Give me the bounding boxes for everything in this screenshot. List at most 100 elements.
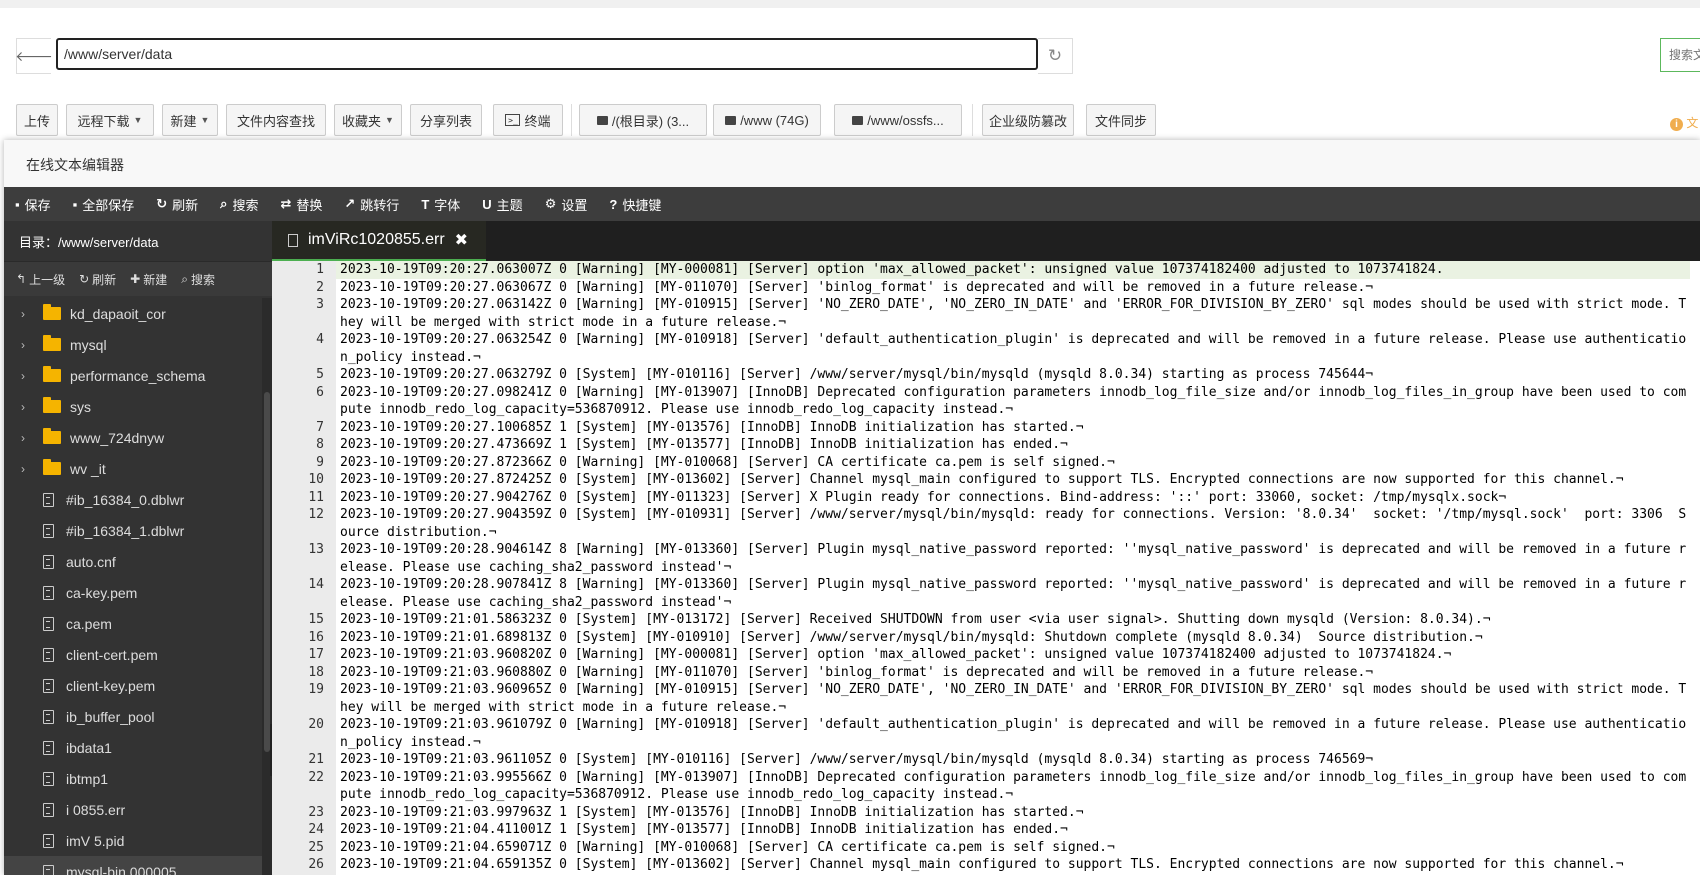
tree-file[interactable]: ib_buffer_pool <box>4 701 262 732</box>
new-button[interactable]: 新建 ▼ <box>162 104 218 136</box>
code-line[interactable]: 21 2023-10-19T09:21:03.961105Z 0 [System]… <box>272 751 1700 769</box>
code-line[interactable]: 9 2023-10-19T09:20:27.872366Z 0 [Warning]… <box>272 454 1700 472</box>
code-line[interactable]: 4 2023-10-19T09:20:27.063254Z 0 [Warning]… <box>272 331 1700 366</box>
file-search-input[interactable] <box>1660 38 1700 72</box>
editor-tool-help[interactable]: ? 快捷键 <box>598 187 672 221</box>
sidebar-search-button[interactable]: ⌕ 搜索 <box>181 271 215 288</box>
tree-file[interactable]: client-key.pem <box>4 670 262 701</box>
line-text[interactable]: 2023-10-19T09:21:04.411001Z 1 [System] [… <box>336 821 1690 839</box>
code-line[interactable]: 24 2023-10-19T09:21:04.411001Z 1 [System]… <box>272 821 1700 839</box>
share-list-button[interactable]: 分享列表 <box>410 104 482 136</box>
code-line[interactable]: 13 2023-10-19T09:20:28.904614Z 8 [Warning… <box>272 541 1700 576</box>
editor-tool-save[interactable]: ▪ 保存 <box>4 187 62 221</box>
code-line[interactable]: 20 2023-10-19T09:21:03.961079Z 0 [Warning… <box>272 716 1700 751</box>
line-text[interactable]: 2023-10-19T09:21:04.659071Z 0 [Warning] … <box>336 839 1690 857</box>
tree-file[interactable]: ca-key.pem <box>4 577 262 608</box>
code-line[interactable]: 8 2023-10-19T09:20:27.473669Z 1 [System] … <box>272 436 1700 454</box>
editor-tool-search[interactable]: ⌕ 搜索 <box>209 187 269 221</box>
code-line[interactable]: 17 2023-10-19T09:21:03.960820Z 0 [Warning… <box>272 646 1700 664</box>
tree-file[interactable]: ibdata1 <box>4 732 262 763</box>
code-lines[interactable]: 1 2023-10-19T09:20:27.063007Z 0 [Warning]… <box>272 261 1700 874</box>
tree-file[interactable]: ca.pem <box>4 608 262 639</box>
enterprise-protect-button[interactable]: 企业级防篡改 <box>982 104 1074 136</box>
line-text[interactable]: 2023-10-19T09:20:27.872425Z 0 [System] [… <box>336 471 1690 489</box>
content-search-button[interactable]: 文件内容查找 <box>226 104 326 136</box>
line-text[interactable]: 2023-10-19T09:21:01.586323Z 0 [System] [… <box>336 611 1690 629</box>
code-line[interactable]: 15 2023-10-19T09:21:01.586323Z 0 [System]… <box>272 611 1700 629</box>
editor-tool-settings[interactable]: ⚙ 设置 <box>534 187 599 221</box>
code-line[interactable]: 19 2023-10-19T09:21:03.960965Z 0 [Warning… <box>272 681 1700 716</box>
go-up-button[interactable]: ↰ 上一级 <box>16 271 65 288</box>
code-line[interactable]: 22 2023-10-19T09:21:03.995566Z 0 [Warning… <box>272 769 1700 804</box>
line-text[interactable]: 2023-10-19T09:20:27.904276Z 0 [System] [… <box>336 489 1690 507</box>
editor-tool-refresh[interactable]: ↻ 刷新 <box>145 187 209 221</box>
disk-www-button[interactable]: /www (74G) <box>713 104 821 136</box>
chevron-right-icon[interactable]: › <box>21 369 33 383</box>
code-line[interactable]: 7 2023-10-19T09:20:27.100685Z 1 [System] … <box>272 419 1700 437</box>
favorites-button[interactable]: 收藏夹 ▼ <box>334 104 402 136</box>
tree-folder[interactable]: › www_724dnyw <box>4 422 262 453</box>
editor-tool-replace[interactable]: ⇄ 替换 <box>269 187 333 221</box>
line-text[interactable]: 2023-10-19T09:20:27.100685Z 1 [System] [… <box>336 419 1690 437</box>
code-area[interactable]: 1 2023-10-19T09:20:27.063007Z 0 [Warning]… <box>272 261 1700 875</box>
tree-file[interactable]: #ib_16384_1.dblwr <box>4 515 262 546</box>
sidebar-refresh-button[interactable]: ↻ 刷新 <box>79 271 116 288</box>
line-text[interactable]: 2023-10-19T09:21:03.997963Z 1 [System] [… <box>336 804 1690 822</box>
line-text[interactable]: 2023-10-19T09:21:03.995566Z 0 [Warning] … <box>336 769 1690 804</box>
code-line[interactable]: 5 2023-10-19T09:20:27.063279Z 0 [System] … <box>272 366 1700 384</box>
code-line[interactable]: 2 2023-10-19T09:20:27.063067Z 0 [Warning]… <box>272 279 1700 297</box>
line-text[interactable]: 2023-10-19T09:20:27.063279Z 0 [System] [… <box>336 366 1690 384</box>
sidebar-new-button[interactable]: ✚ 新建 <box>130 271 167 288</box>
scrollbar-thumb[interactable] <box>264 392 270 752</box>
back-button[interactable]: 🡐 <box>15 38 53 74</box>
tree-file[interactable]: i 0855.err <box>4 794 262 825</box>
code-line[interactable]: 12 2023-10-19T09:20:27.904359Z 0 [System]… <box>272 506 1700 541</box>
tree-file[interactable]: auto.cnf <box>4 546 262 577</box>
tree-folder[interactable]: › mysql <box>4 329 262 360</box>
editor-tool-theme[interactable]: U 主题 <box>471 187 533 221</box>
line-text[interactable]: 2023-10-19T09:21:03.960880Z 0 [Warning] … <box>336 664 1690 682</box>
file-sync-button[interactable]: 文件同步 <box>1086 104 1156 136</box>
refresh-path-button[interactable]: ↻ <box>1038 38 1073 74</box>
line-text[interactable]: 2023-10-19T09:20:27.872366Z 0 [Warning] … <box>336 454 1690 472</box>
code-line[interactable]: 14 2023-10-19T09:20:28.907841Z 8 [Warning… <box>272 576 1700 611</box>
tree-folder[interactable]: › sys <box>4 391 262 422</box>
tree-file[interactable]: imV 5.pid <box>4 825 262 856</box>
tree-file[interactable]: client-cert.pem <box>4 639 262 670</box>
line-text[interactable]: 2023-10-19T09:20:27.904359Z 0 [System] [… <box>336 506 1690 541</box>
code-line[interactable]: 6 2023-10-19T09:20:27.098241Z 0 [Warning]… <box>272 384 1700 419</box>
editor-tool-save-all[interactable]: ▪ 全部保存 <box>62 187 146 221</box>
sidebar-scrollbar[interactable] <box>262 298 272 875</box>
chevron-right-icon[interactable]: › <box>21 431 33 445</box>
line-text[interactable]: 2023-10-19T09:20:27.063067Z 0 [Warning] … <box>336 279 1690 297</box>
code-line[interactable]: 18 2023-10-19T09:21:03.960880Z 0 [Warning… <box>272 664 1700 682</box>
close-tab-icon[interactable]: ✖ <box>455 230 468 250</box>
line-text[interactable]: 2023-10-19T09:21:03.960965Z 0 [Warning] … <box>336 681 1690 716</box>
line-text[interactable]: 2023-10-19T09:20:27.473669Z 1 [System] [… <box>336 436 1690 454</box>
code-line[interactable]: 25 2023-10-19T09:21:04.659071Z 0 [Warning… <box>272 839 1700 857</box>
editor-tool-goto-line[interactable]: ↗ 跳转行 <box>333 187 410 221</box>
info-notice[interactable]: i 文 <box>1670 114 1698 131</box>
line-text[interactable]: 2023-10-19T09:20:27.063007Z 0 [Warning] … <box>336 261 1690 279</box>
upload-button[interactable]: 上传 <box>16 104 58 136</box>
editor-tool-font[interactable]: T 字体 <box>410 187 471 221</box>
line-text[interactable]: 2023-10-19T09:21:01.689813Z 0 [System] [… <box>336 629 1690 647</box>
code-line[interactable]: 1 2023-10-19T09:20:27.063007Z 0 [Warning]… <box>272 261 1700 279</box>
path-input[interactable] <box>56 38 1038 70</box>
disk-root-button[interactable]: /(根目录) (3... <box>579 104 707 136</box>
line-text[interactable]: 2023-10-19T09:20:28.904614Z 8 [Warning] … <box>336 541 1690 576</box>
tree-folder[interactable]: › wv _it <box>4 453 262 484</box>
line-text[interactable]: 2023-10-19T09:21:04.659135Z 0 [System] [… <box>336 856 1690 874</box>
chevron-right-icon[interactable]: › <box>21 400 33 414</box>
chevron-right-icon[interactable]: › <box>21 307 33 321</box>
line-text[interactable]: 2023-10-19T09:20:27.098241Z 0 [Warning] … <box>336 384 1690 419</box>
line-text[interactable]: 2023-10-19T09:21:03.961105Z 0 [System] [… <box>336 751 1690 769</box>
tree-file[interactable]: #ib_16384_0.dblwr <box>4 484 262 515</box>
line-text[interactable]: 2023-10-19T09:21:03.960820Z 0 [Warning] … <box>336 646 1690 664</box>
code-line[interactable]: 3 2023-10-19T09:20:27.063142Z 0 [Warning]… <box>272 296 1700 331</box>
code-line[interactable]: 11 2023-10-19T09:20:27.904276Z 0 [System]… <box>272 489 1700 507</box>
disk-oss-button[interactable]: /www/ossfs... <box>834 104 962 136</box>
terminal-button[interactable]: >_ 终端 <box>493 104 563 136</box>
line-text[interactable]: 2023-10-19T09:21:03.961079Z 0 [Warning] … <box>336 716 1690 751</box>
line-text[interactable]: 2023-10-19T09:20:27.063254Z 0 [Warning] … <box>336 331 1690 366</box>
